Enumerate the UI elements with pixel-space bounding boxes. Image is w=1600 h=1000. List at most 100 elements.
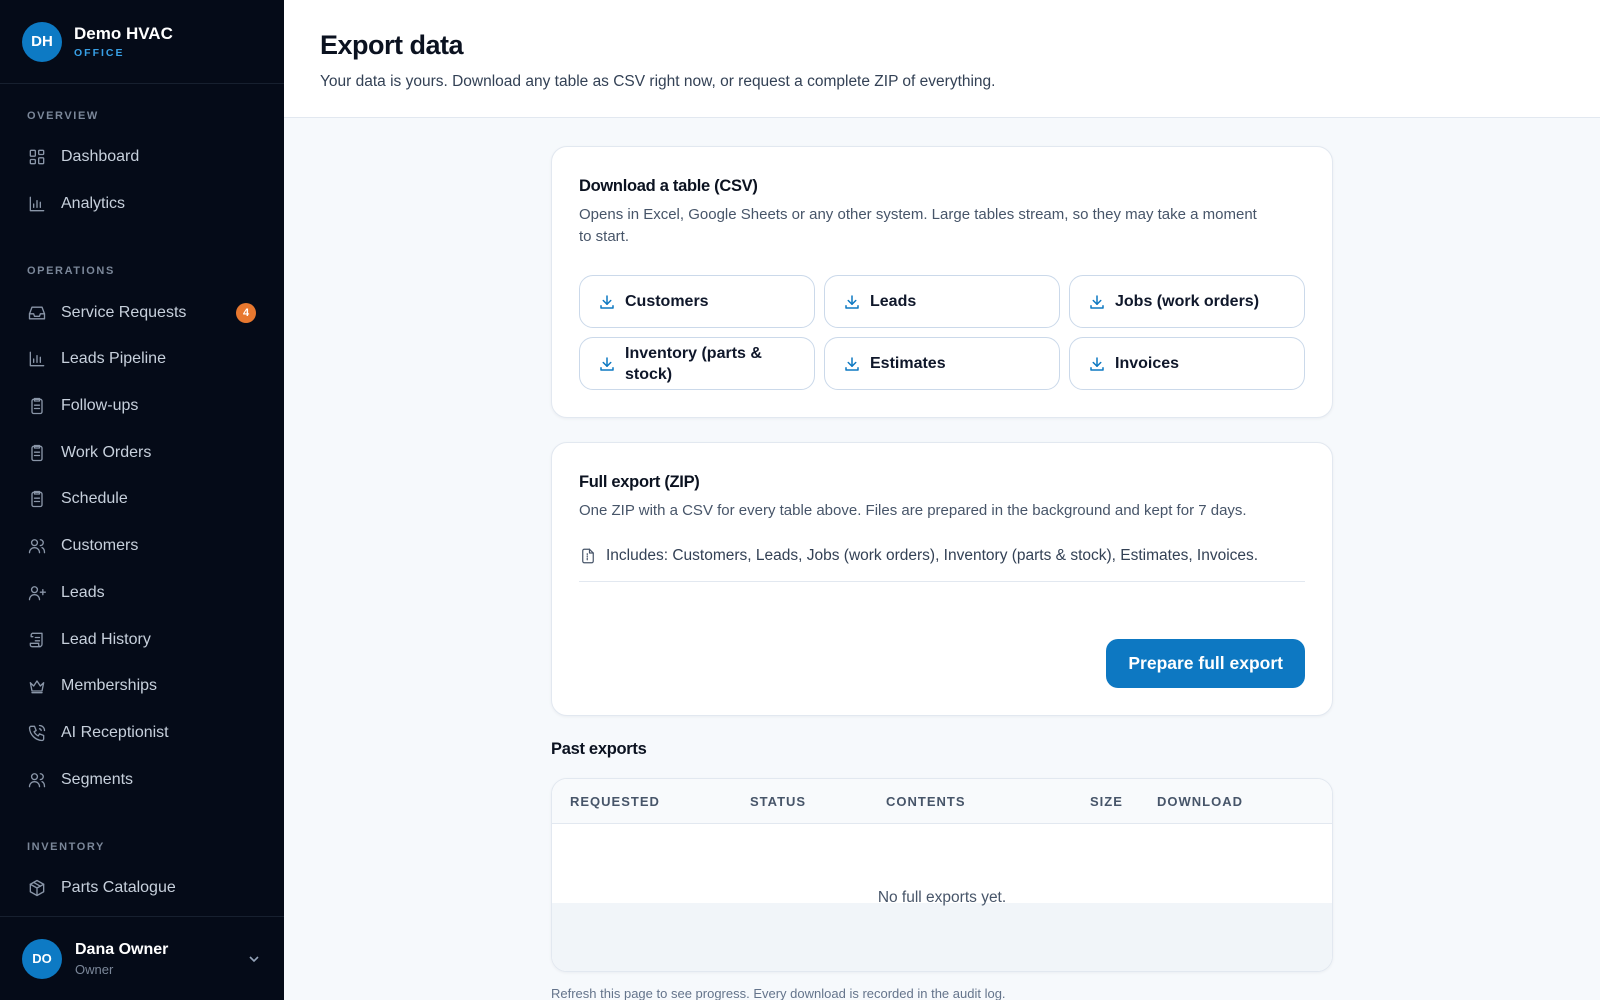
zip-card-description: One ZIP with a CSV for every table above…	[579, 502, 1247, 519]
nav-section-operations: OPERATIONS	[27, 265, 115, 278]
sidebar-item-analytics[interactable]: Analytics	[0, 181, 284, 228]
sidebar-item-label: Leads	[61, 583, 105, 601]
sidebar-item-label: Lead History	[61, 630, 151, 648]
empty-state-text: No full exports yet.	[877, 889, 1007, 906]
download-icon	[600, 294, 614, 309]
footnote: Refresh this page to see progress. Every…	[551, 986, 1006, 1000]
sidebar-item-label: Service Requests	[61, 303, 187, 321]
csv-export-card: Download a table (CSV) Opens in Excel, G…	[551, 146, 1333, 418]
download-button-label: Leads	[870, 293, 917, 310]
column-header-requested: REQUESTED	[570, 793, 660, 809]
past-exports-title: Past exports	[551, 740, 647, 758]
user-menu[interactable]: DO Dana Owner Owner	[0, 916, 284, 1000]
download-button-label: Inventory (parts & stock)	[625, 344, 762, 383]
sidebar-item-parts-catalogue[interactable]: Parts Catalogue	[0, 865, 284, 912]
brand-name: Demo HVAC	[74, 24, 173, 44]
user-name: Dana Owner	[75, 940, 169, 958]
scroll-icon	[29, 632, 43, 647]
download-button-label: Jobs (work orders)	[1115, 293, 1260, 310]
clipboard-icon	[31, 491, 43, 508]
sidebar-item-label: Memberships	[61, 677, 158, 695]
clipboard-icon	[31, 444, 43, 461]
sidebar-item-schedule[interactable]: Schedule	[0, 476, 284, 523]
sidebar-item-label: Dashboard	[61, 148, 140, 166]
nav-section-inventory: INVENTORY	[27, 840, 105, 853]
download-icon	[845, 294, 859, 309]
brand-subtitle: OFFICE	[74, 46, 125, 59]
box-icon	[29, 880, 45, 897]
sidebar-item-lead-history[interactable]: Lead History	[0, 616, 284, 663]
download-button-label: Invoices	[1115, 355, 1180, 372]
prepare-full-export-button[interactable]: Prepare full export	[1106, 639, 1305, 688]
column-header-status: STATUS	[750, 793, 807, 809]
table-empty-area	[552, 903, 1332, 971]
sidebar-item-leads[interactable]: Leads	[0, 570, 284, 617]
chevron-down-icon[interactable]	[246, 951, 262, 967]
sidebar-item-label: Parts Catalogue	[61, 879, 176, 897]
sidebar-item-segments[interactable]: Segments	[0, 756, 284, 803]
table-header: REQUESTED STATUS CONTENTS SIZE DOWNLOAD	[552, 779, 1332, 824]
sidebar-item-ai-receptionist[interactable]: AI Receptionist	[0, 710, 284, 757]
phone-icon	[28, 724, 46, 742]
divider	[579, 581, 1305, 582]
sidebar-item-label: Customers	[61, 537, 139, 555]
grid-icon	[29, 150, 45, 165]
brand[interactable]: DH Demo HVAC OFFICE	[0, 0, 284, 84]
sidebar-item-label: Follow-ups	[61, 397, 139, 415]
sidebar-item-service-requests[interactable]: Service Requests 4	[0, 289, 284, 336]
zip-export-card: Full export (ZIP) One ZIP with a CSV for…	[551, 442, 1333, 716]
sidebar-item-dashboard[interactable]: Dashboard	[0, 134, 284, 181]
bar-chart-icon	[29, 196, 45, 212]
download-csv-button-jobs-work-orders[interactable]: Jobs (work orders)	[1069, 275, 1305, 328]
file-archive-icon	[582, 548, 594, 564]
inbox-icon	[28, 306, 46, 320]
sidebar-nav: OVERVIEW Dashboard Analytics OPERATIONS S…	[0, 84, 284, 958]
download-button-label: Estimates	[870, 355, 946, 372]
nav-section-overview: OVERVIEW	[27, 110, 99, 122]
sidebar-item-label: AI Receptionist	[61, 723, 169, 741]
zip-includes-text: Includes: Customers, Leads, Jobs (work o…	[606, 547, 1259, 564]
download-csv-button-estimates[interactable]: Estimates	[824, 337, 1060, 390]
users-icon	[28, 772, 46, 787]
past-exports-table: REQUESTED STATUS CONTENTS SIZE DOWNLOAD …	[551, 778, 1333, 972]
download-icon	[1090, 294, 1104, 309]
download-csv-button-customers[interactable]: Customers	[579, 275, 815, 328]
sidebar-item-memberships[interactable]: Memberships	[0, 663, 284, 710]
brand-avatar: DH	[22, 21, 62, 62]
sidebar-item-label: Analytics	[61, 195, 126, 213]
crown-icon	[29, 680, 45, 694]
sidebar-item-leads-pipeline[interactable]: Leads Pipeline	[0, 336, 284, 383]
sidebar-item-follow-ups[interactable]: Follow-ups	[0, 383, 284, 430]
column-header-size: SIZE	[1090, 793, 1123, 809]
user-plus-icon	[28, 585, 46, 601]
download-button-label: Customers	[625, 293, 709, 310]
sidebar-item-work-orders[interactable]: Work Orders	[0, 429, 284, 476]
csv-card-title: Download a table (CSV)	[579, 177, 758, 195]
page-header: Export data Your data is yours. Download…	[284, 0, 1600, 118]
sidebar-item-label: Schedule	[61, 490, 128, 508]
sidebar: DH Demo HVAC OFFICE OVERVIEW Dashboard An…	[0, 0, 284, 1000]
sidebar-item-label: Segments	[61, 770, 134, 788]
column-header-contents: CONTENTS	[886, 793, 966, 809]
zip-card-title: Full export (ZIP)	[579, 473, 700, 491]
bar-chart-icon	[29, 352, 45, 367]
users-icon	[28, 539, 46, 554]
sidebar-item-customers[interactable]: Customers	[0, 523, 284, 570]
sidebar-item-label: Leads Pipeline	[61, 350, 166, 368]
download-icon	[845, 356, 859, 371]
status-badge: 4	[236, 302, 256, 323]
download-csv-button-invoices[interactable]: Invoices	[1069, 337, 1305, 390]
download-icon	[1090, 356, 1104, 371]
user-role: Owner	[75, 961, 114, 977]
csv-card-description: Opens in Excel, Google Sheets or any oth…	[579, 206, 1257, 245]
page-subtitle: Your data is yours. Download any table a…	[320, 73, 996, 90]
download-csv-button-leads[interactable]: Leads	[824, 275, 1060, 328]
download-icon	[600, 356, 614, 371]
column-header-download: DOWNLOAD	[1157, 793, 1243, 809]
page-title: Export data	[320, 30, 464, 60]
main-content: Download a table (CSV) Opens in Excel, G…	[284, 118, 1600, 1000]
avatar: DO	[22, 938, 62, 979]
sidebar-item-label: Work Orders	[61, 443, 152, 461]
download-csv-button-inventory-parts-stock[interactable]: Inventory (parts & stock)	[579, 337, 815, 390]
zip-includes: Includes: Customers, Leads, Jobs (work o…	[579, 547, 1305, 565]
